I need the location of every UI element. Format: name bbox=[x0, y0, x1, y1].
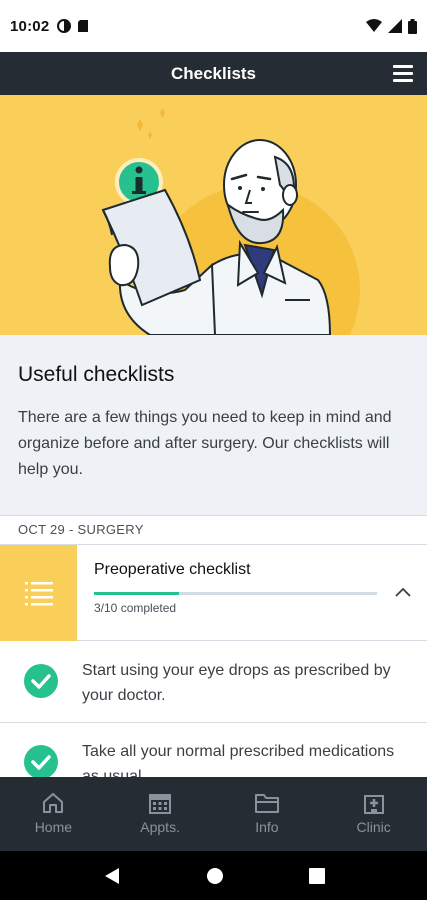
nav-label: Clinic bbox=[356, 819, 391, 835]
nav-label: Appts. bbox=[140, 819, 180, 835]
intro-title: Useful checklists bbox=[18, 363, 175, 386]
preoperative-checklist-card[interactable]: Preoperative checklist 3/10 completed bbox=[0, 545, 427, 641]
progress-fill bbox=[94, 592, 179, 595]
hero-illustration bbox=[0, 95, 427, 335]
clinic-icon bbox=[363, 795, 384, 814]
battery-icon bbox=[408, 18, 417, 34]
checklist-icon-box bbox=[0, 545, 77, 641]
list-icon bbox=[24, 582, 53, 606]
task-item[interactable]: Take all your normal prescribed medicati… bbox=[0, 723, 427, 777]
intro-section: Useful checklists There are a few things… bbox=[0, 335, 427, 515]
nav-item-home[interactable]: Home bbox=[0, 777, 107, 851]
task-item[interactable]: Start using your eye drops as prescribed… bbox=[0, 642, 427, 723]
signal-icon bbox=[388, 19, 402, 33]
nav-label: Info bbox=[255, 819, 279, 835]
progress-text: 3/10 completed bbox=[94, 601, 177, 615]
back-icon[interactable] bbox=[103, 866, 121, 886]
doctor-illustration bbox=[101, 108, 360, 335]
home-icon bbox=[43, 793, 64, 813]
nav-item-clinic[interactable]: Clinic bbox=[320, 777, 427, 851]
nav-label: Home bbox=[34, 819, 73, 835]
recents-icon[interactable] bbox=[308, 867, 325, 884]
page-title: Checklists bbox=[170, 63, 257, 83]
bottom-navigation: Home Appts. Info Clinic bbox=[0, 777, 427, 851]
app-bar: Checklists bbox=[0, 52, 427, 95]
check-circle-icon[interactable] bbox=[24, 745, 58, 777]
nav-item-info[interactable]: Info bbox=[214, 777, 321, 851]
hamburger-menu-icon[interactable] bbox=[393, 62, 415, 84]
home-circle-icon[interactable] bbox=[206, 867, 224, 885]
sim-card-icon bbox=[78, 20, 89, 32]
nav-item-appts[interactable]: Appts. bbox=[107, 777, 214, 851]
system-navigation-bar bbox=[0, 851, 427, 900]
calendar-icon bbox=[149, 794, 172, 814]
circle-half-icon bbox=[57, 19, 72, 33]
check-circle-icon[interactable] bbox=[24, 664, 58, 698]
status-time: 10:02 bbox=[10, 17, 50, 35]
checklist-title: Preoperative checklist bbox=[94, 561, 251, 578]
folder-icon bbox=[254, 794, 279, 813]
status-bar: 10:02 bbox=[0, 0, 427, 52]
task-text: Take all your normal prescribed medicati… bbox=[82, 743, 395, 777]
progress-bar bbox=[94, 592, 377, 595]
chevron-up-icon[interactable] bbox=[393, 583, 413, 603]
task-text: Start using your eye drops as prescribed… bbox=[82, 662, 391, 704]
wifi-icon bbox=[366, 19, 382, 32]
intro-body: There are a few things you need to keep … bbox=[18, 409, 392, 478]
section-date-label: OCT 29 - SURGERY bbox=[0, 515, 427, 545]
